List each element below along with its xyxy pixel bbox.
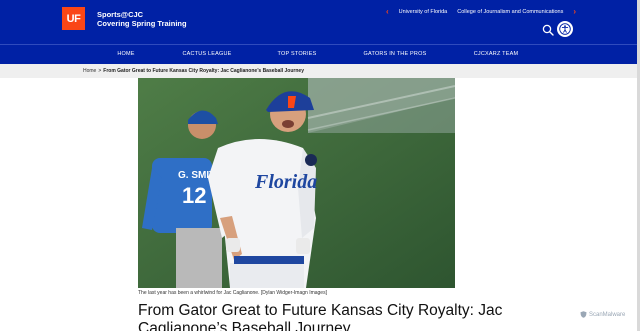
jersey-front-text: Florida <box>254 171 317 193</box>
chevron-left-icon[interactable]: ‹ <box>386 8 389 16</box>
utility-links: ‹ University of Florida College of Journ… <box>386 8 576 16</box>
nav-gators-in-the-pros[interactable]: GATORS IN THE PROS <box>364 51 427 57</box>
main-nav: HOME CACTUS LEAGUE TOP STORIES GATORS IN… <box>0 44 640 64</box>
hero-image: G. SMITH 12 Florida <box>138 78 455 288</box>
shield-icon <box>580 311 587 318</box>
breadcrumb-bar: Home > From Gator Great to Future Kansas C… <box>0 64 640 78</box>
jersey-back-number: 12 <box>182 183 206 208</box>
nav-top-stories[interactable]: TOP STORIES <box>278 51 317 57</box>
nav-cactus-league[interactable]: CACTUS LEAGUE <box>182 51 231 57</box>
uf-logo[interactable]: UF <box>62 7 85 30</box>
util-link-cjc[interactable]: College of Journalism and Communications <box>457 9 563 15</box>
accessibility-icon[interactable] <box>557 21 573 37</box>
search-icon[interactable] <box>542 23 554 36</box>
site-title[interactable]: Sports@CJC Covering Spring Training <box>97 10 187 28</box>
site-header: UF Sports@CJC Covering Spring Training ‹… <box>0 0 640 44</box>
image-caption: The last year has been a whirlwind for J… <box>138 290 327 296</box>
site-title-sub: Covering Spring Training <box>97 19 187 28</box>
breadcrumb-separator: > <box>98 68 102 74</box>
nav-cjcxarz-team[interactable]: CJCXARZ TEAM <box>474 51 518 57</box>
watermark-text: ScanMalware <box>589 311 626 318</box>
nav-home[interactable]: HOME <box>117 51 134 57</box>
article-headline: From Gator Great to Future Kansas City R… <box>138 302 503 331</box>
util-link-uf[interactable]: University of Florida <box>399 9 448 15</box>
chevron-right-icon[interactable]: › <box>573 8 576 16</box>
page: UF Sports@CJC Covering Spring Training ‹… <box>0 0 640 331</box>
site-title-main: Sports@CJC <box>97 10 144 19</box>
watermark: ScanMalware <box>580 311 625 318</box>
breadcrumb: Home > From Gator Great to Future Kansas C… <box>83 68 304 74</box>
breadcrumb-home[interactable]: Home <box>83 68 96 74</box>
breadcrumb-current: From Gator Great to Future Kansas City R… <box>103 68 304 74</box>
